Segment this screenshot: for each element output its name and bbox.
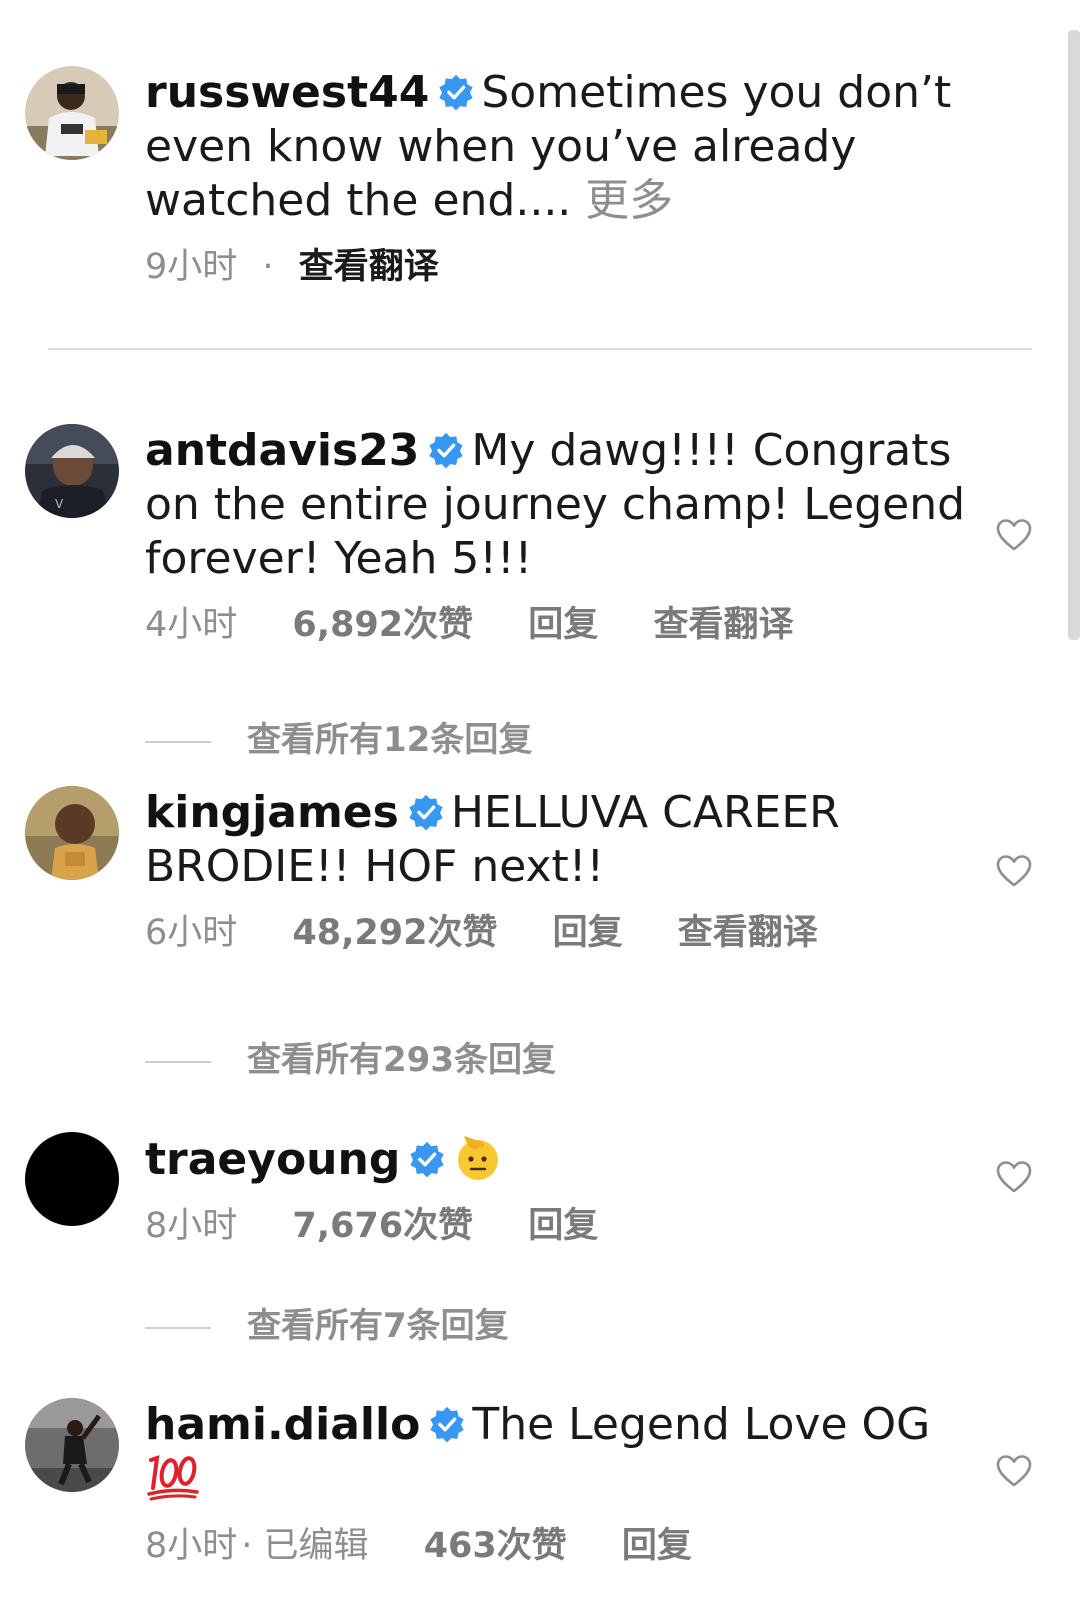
- edited-label: · 已编辑: [241, 1526, 369, 1566]
- view-replies-button[interactable]: 查看所有7条回复: [145, 1298, 509, 1347]
- username[interactable]: hami.diallo: [145, 1399, 420, 1450]
- verified-badge-icon: [410, 1141, 444, 1178]
- reply-button[interactable]: 回复: [622, 1517, 692, 1568]
- svg-text:V: V: [55, 497, 64, 511]
- replies-line: [145, 1326, 211, 1329]
- comment-text: kingjames HELLUVA CAREER BRODIE!! HOF nex…: [145, 786, 1000, 894]
- view-replies-label: 查看所有12条回复: [247, 720, 533, 760]
- scrollbar[interactable]: [1068, 30, 1080, 640]
- comment-meta: 6小时 48,292次赞 回复 查看翻译: [145, 904, 1000, 955]
- replies-line: [145, 740, 211, 743]
- more-link[interactable]: 更多: [585, 175, 673, 226]
- timestamp: 8小时: [145, 1526, 238, 1566]
- like-count[interactable]: 48,292次赞: [292, 904, 497, 955]
- like-count[interactable]: 463次赞: [424, 1517, 567, 1568]
- reply-button[interactable]: 回复: [528, 1197, 598, 1248]
- comment-text: traeyoung: [145, 1132, 1000, 1187]
- comment-text: antdavis23 My dawg!!!! Congrats on the en…: [145, 424, 1000, 586]
- avatar-russwest44[interactable]: [25, 66, 119, 160]
- avatar-antdavis23[interactable]: V: [25, 424, 119, 518]
- reply-button[interactable]: 回复: [553, 904, 623, 955]
- timestamp: 9小时: [145, 247, 238, 287]
- avatar-traeyoung[interactable]: [25, 1132, 119, 1226]
- avatar-kingjames[interactable]: [25, 786, 119, 880]
- caption-text: russwest44 Sometimes you don’t even know …: [145, 66, 1000, 228]
- username[interactable]: russwest44: [145, 67, 429, 118]
- username[interactable]: traeyoung: [145, 1134, 400, 1185]
- separator-dot: ·: [262, 247, 274, 287]
- comment-meta: 8小时 7,676次赞 回复: [145, 1197, 1000, 1248]
- like-count[interactable]: 6,892次赞: [292, 596, 473, 647]
- hundred-points-emoji: [147, 1455, 199, 1501]
- translate-link[interactable]: 查看翻译: [653, 596, 793, 647]
- verified-badge-icon: [409, 794, 443, 831]
- heart-icon[interactable]: [996, 854, 1032, 888]
- view-replies-label: 查看所有293条回复: [247, 1040, 556, 1080]
- comment-meta: 8小时 · 已编辑 463次赞 回复: [145, 1517, 1000, 1568]
- saluting-face-emoji: [458, 1136, 499, 1180]
- comment-meta: 4小时 6,892次赞 回复 查看翻译: [145, 596, 1000, 647]
- avatar-hami-diallo[interactable]: [25, 1398, 119, 1492]
- caption-meta: 9小时 · 查看翻译: [145, 238, 1000, 289]
- timestamp: 8小时: [145, 1206, 238, 1246]
- timestamp: 4小时: [145, 605, 238, 645]
- verified-badge-icon: [439, 74, 473, 111]
- like-count[interactable]: 7,676次赞: [292, 1197, 473, 1248]
- comment-message: The Legend Love OG: [472, 1399, 931, 1450]
- heart-icon[interactable]: [996, 1454, 1032, 1488]
- divider: [48, 348, 1032, 350]
- username[interactable]: antdavis23: [145, 425, 419, 476]
- view-replies-button[interactable]: 查看所有12条回复: [145, 712, 532, 761]
- verified-badge-icon: [429, 432, 464, 469]
- username[interactable]: kingjames: [145, 787, 399, 838]
- heart-icon[interactable]: [996, 1160, 1032, 1194]
- timestamp: 6小时: [145, 913, 238, 953]
- translate-link[interactable]: 查看翻译: [678, 904, 818, 955]
- replies-line: [145, 1060, 211, 1063]
- view-replies-button[interactable]: 查看所有293条回复: [145, 1032, 556, 1081]
- comment-text: hami.diallo The Legend Love OG: [145, 1398, 1000, 1507]
- view-replies-label: 查看所有7条回复: [247, 1306, 509, 1346]
- heart-icon[interactable]: [996, 518, 1032, 552]
- verified-badge-icon: [430, 1406, 464, 1443]
- translate-link[interactable]: 查看翻译: [299, 238, 439, 289]
- reply-button[interactable]: 回复: [528, 596, 598, 647]
